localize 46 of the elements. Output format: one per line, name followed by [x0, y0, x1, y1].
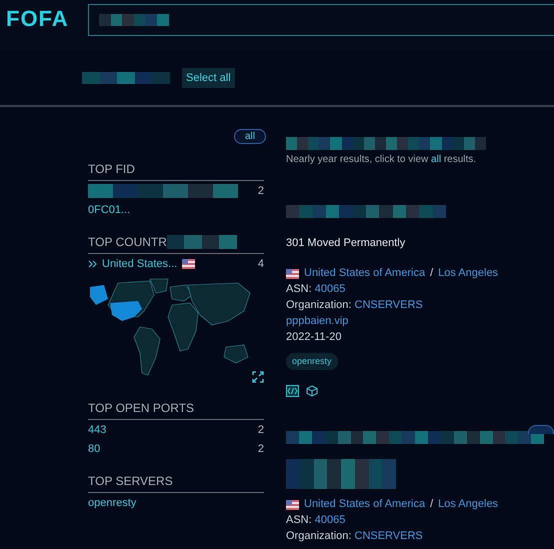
country-link[interactable]: United States of America [304, 498, 426, 511]
filter-link[interactable]: 443 [88, 424, 106, 436]
us-flag-icon [182, 259, 196, 269]
double-chevron-icon [88, 260, 97, 268]
city-link[interactable]: Los Angeles [438, 498, 498, 511]
organization-label: Organization: [286, 530, 352, 542]
server-tag[interactable]: openresty [286, 353, 338, 370]
select-all-button[interactable]: Select all [182, 68, 235, 88]
redacted-block [99, 14, 169, 26]
status-text: 301 Moved Permanently [286, 237, 406, 250]
all-button[interactable]: all [234, 129, 266, 144]
asn-label: ASN: [286, 514, 312, 526]
section-heading: TOP SERVERS [88, 474, 173, 488]
asn-link[interactable]: 40065 [314, 283, 346, 295]
count: 2 [258, 424, 264, 436]
country-link[interactable]: United States of America [304, 267, 426, 280]
organization-label: Organization: [286, 299, 352, 311]
count: 4 [258, 258, 264, 270]
redacted-block [166, 235, 237, 249]
organization-link[interactable]: CNSERVERS [354, 530, 423, 542]
cube-icon[interactable] [306, 385, 318, 397]
notice-text: Nearly year results, click to view all results. [286, 154, 478, 165]
separator: / [430, 498, 434, 511]
us-flag-icon [286, 500, 299, 510]
filter-link[interactable]: 0FC01... [88, 204, 130, 216]
logo[interactable]: FOFA [0, 0, 76, 32]
asn-link[interactable]: 40065 [314, 514, 346, 526]
all-results-link[interactable]: all [431, 154, 442, 165]
date-text: 2022-11-20 [286, 331, 342, 343]
section-heading: TOP COUNTR [88, 235, 167, 249]
filter-link[interactable]: openresty [88, 497, 136, 509]
code-icon[interactable] [286, 385, 299, 397]
filter-link[interactable]: 80 [88, 443, 100, 455]
us-flag-icon [286, 268, 299, 278]
count: 2 [258, 185, 264, 197]
country-link[interactable]: United States... [102, 258, 178, 270]
search-field[interactable] [88, 4, 554, 36]
expand-icon[interactable] [252, 371, 264, 383]
count: 2 [258, 443, 264, 455]
separator: / [430, 267, 434, 280]
organization-link[interactable]: CNSERVERS [354, 299, 423, 311]
city-link[interactable]: Los Angeles [438, 267, 498, 280]
domain-link[interactable]: pppbaien.vip [286, 315, 348, 327]
section-heading: TOP OPEN PORTS [88, 401, 194, 415]
section-heading: TOP FID [88, 162, 135, 176]
asn-label: ASN: [286, 283, 312, 295]
